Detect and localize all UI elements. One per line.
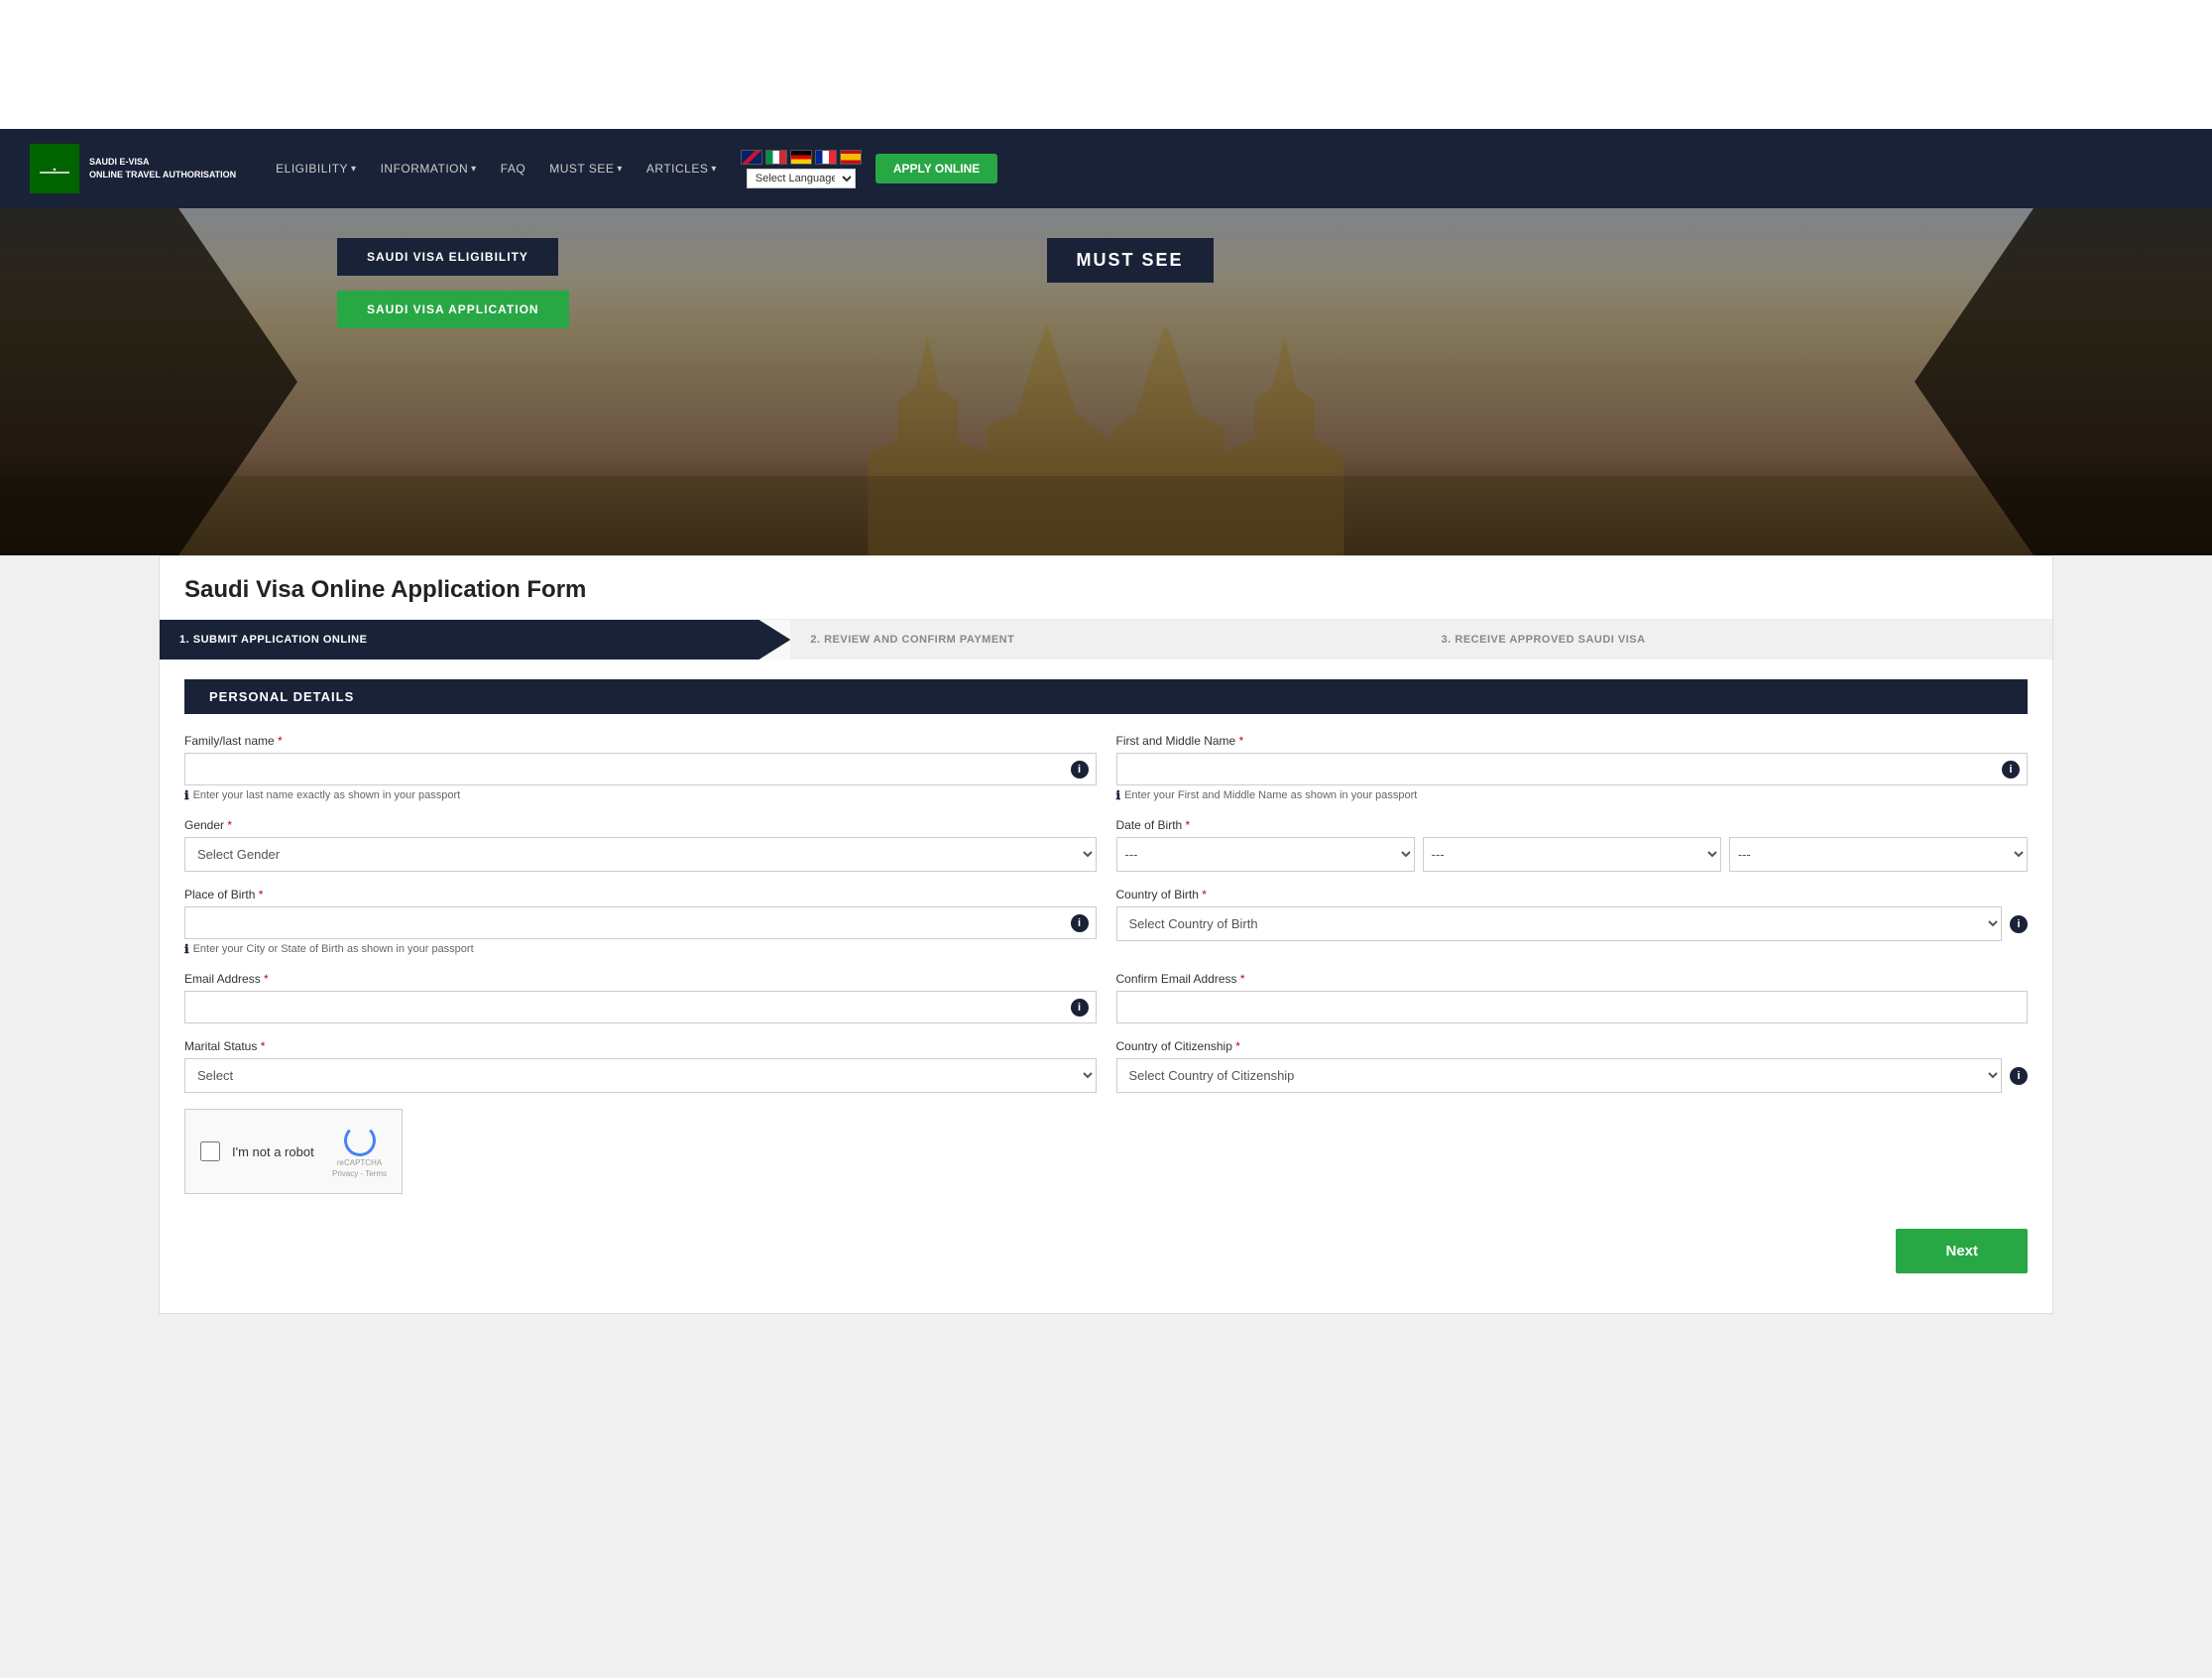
citizenship-select[interactable]: Select Country of Citizenship (1116, 1058, 2003, 1093)
place-of-birth-input[interactable] (184, 906, 1097, 939)
email-info-icon[interactable]: i (1071, 999, 1089, 1017)
first-middle-name-label: First and Middle Name * (1116, 734, 2029, 748)
nav-information[interactable]: INFORMATION▾ (371, 154, 487, 183)
nav-links: ELIGIBILITY▾ INFORMATION▾ FAQ MUST SEE▾ … (266, 150, 2182, 188)
navigation: ★ SAUDI E-VISA ONLINE TRAVEL AUTHORISATI… (0, 129, 2212, 208)
confirm-email-input[interactable] (1116, 991, 2029, 1023)
first-middle-name-info-icon[interactable]: i (2002, 761, 2020, 779)
citizenship-info-icon[interactable]: i (2010, 1067, 2028, 1085)
flag-fr[interactable] (815, 150, 837, 165)
marital-status-label: Marital Status * (184, 1039, 1097, 1053)
country-of-birth-info-icon[interactable]: i (2010, 915, 2028, 933)
language-select[interactable]: Select Language English Italian German F… (747, 169, 856, 188)
marital-status-col: Marital Status * Select Single Married D… (184, 1039, 1097, 1093)
next-button[interactable]: Next (1896, 1229, 2028, 1273)
place-of-birth-col: Place of Birth * i ℹ Enter your City or … (184, 888, 1097, 956)
email-wrapper: i (184, 991, 1097, 1023)
nav-articles[interactable]: ARTICLES▾ (637, 154, 727, 183)
recaptcha-icon (344, 1125, 376, 1156)
flag-row (741, 150, 862, 165)
place-of-birth-info-icon[interactable]: i (1071, 914, 1089, 932)
confirm-email-label: Confirm Email Address * (1116, 972, 2029, 986)
application-form-container: Saudi Visa Online Application Form 1. SU… (159, 555, 2053, 1314)
flag-es[interactable] (840, 150, 862, 165)
gender-col: Gender * Select Gender Male Female (184, 818, 1097, 872)
first-middle-name-col: First and Middle Name * i ℹ Enter your F… (1116, 734, 2029, 802)
family-name-label: Family/last name * (184, 734, 1097, 748)
gender-label: Gender * (184, 818, 1097, 832)
flag-uk[interactable] (741, 150, 762, 165)
captcha-label: I'm not a robot (232, 1144, 314, 1159)
logo-area[interactable]: ★ SAUDI E-VISA ONLINE TRAVEL AUTHORISATI… (30, 144, 236, 193)
captcha-logo: reCAPTCHA Privacy - Terms (332, 1125, 387, 1178)
recaptcha-privacy: Privacy - Terms (332, 1169, 387, 1178)
language-area: Select Language English Italian German F… (741, 150, 862, 188)
marital-status-select[interactable]: Select Single Married Divorced Widowed (184, 1058, 1097, 1093)
family-name-wrapper: i (184, 753, 1097, 785)
content-area: Saudi Visa Online Application Form 1. SU… (0, 555, 2212, 1354)
nav-faq[interactable]: FAQ (491, 154, 536, 183)
nav-must-see[interactable]: MUST SEE▾ (539, 154, 633, 183)
country-of-birth-wrapper: Select Country of Birth i (1116, 906, 2029, 941)
country-of-birth-label: Country of Birth * (1116, 888, 2029, 901)
dob-col: Date of Birth * --- --- --- (1116, 818, 2029, 872)
first-middle-name-wrapper: i (1116, 753, 2029, 785)
top-space (0, 0, 2212, 129)
place-of-birth-label: Place of Birth * (184, 888, 1097, 901)
nav-eligibility[interactable]: ELIGIBILITY▾ (266, 154, 366, 183)
place-of-birth-hint: ℹ Enter your City or State of Birth as s… (184, 942, 1097, 956)
citizenship-label: Country of Citizenship * (1116, 1039, 2029, 1053)
step-1: 1. SUBMIT APPLICATION ONLINE (160, 620, 790, 659)
country-of-birth-col: Country of Birth * Select Country of Bir… (1116, 888, 2029, 956)
flag-it[interactable] (765, 150, 787, 165)
dob-month-select[interactable]: --- (1423, 837, 1721, 872)
citizenship-col: Country of Citizenship * Select Country … (1116, 1039, 2029, 1093)
family-name-col: Family/last name * i ℹ Enter your last n… (184, 734, 1097, 802)
dob-day-select[interactable]: --- (1116, 837, 1415, 872)
hero-content: SAUDI VISA ELIGIBILITY SAUDI VISA APPLIC… (337, 238, 569, 343)
dob-year-select[interactable]: --- (1729, 837, 2028, 872)
hero-section: MUST SEE SAUDI VISA ELIGIBILITY SAUDI VI… (0, 208, 2212, 555)
steps-bar: 1. SUBMIT APPLICATION ONLINE 2. REVIEW A… (160, 620, 2052, 659)
country-of-birth-select[interactable]: Select Country of Birth (1116, 906, 2003, 941)
saudi-flag: ★ (30, 144, 79, 193)
email-label: Email Address * (184, 972, 1097, 986)
family-name-info-icon[interactable]: i (1071, 761, 1089, 779)
name-row: Family/last name * i ℹ Enter your last n… (184, 734, 2028, 802)
step-3: 3. RECEIVE APPROVED SAUDI VISA (1422, 620, 2052, 659)
place-of-birth-wrapper: i (184, 906, 1097, 939)
date-row: --- --- --- (1116, 837, 2029, 872)
saudi-visa-eligibility-button[interactable]: SAUDI VISA ELIGIBILITY (337, 238, 558, 276)
recaptcha-brand: reCAPTCHA (337, 1158, 382, 1167)
apply-online-button[interactable]: APPLY ONLINE (875, 154, 997, 183)
form-body: Family/last name * i ℹ Enter your last n… (160, 714, 2052, 1214)
citizenship-wrapper: Select Country of Citizenship i (1116, 1058, 2029, 1093)
flag-de[interactable] (790, 150, 812, 165)
birth-row: Place of Birth * i ℹ Enter your City or … (184, 888, 2028, 956)
form-footer: Next (160, 1214, 2052, 1283)
marital-citizenship-row: Marital Status * Select Single Married D… (184, 1039, 2028, 1093)
confirm-email-wrapper (1116, 991, 2029, 1023)
gender-select[interactable]: Select Gender Male Female (184, 837, 1097, 872)
gender-dob-row: Gender * Select Gender Male Female Date … (184, 818, 2028, 872)
saudi-visa-application-button[interactable]: SAUDI VISA APPLICATION (337, 291, 569, 328)
captcha-area: I'm not a robot reCAPTCHA Privacy - Term… (184, 1109, 403, 1194)
email-col: Email Address * i (184, 972, 1097, 1023)
form-title: Saudi Visa Online Application Form (160, 556, 2052, 620)
personal-details-header: PERSONAL DETAILS (184, 679, 2028, 714)
family-name-input[interactable] (184, 753, 1097, 785)
must-see-banner: MUST SEE (1047, 238, 1214, 283)
confirm-email-col: Confirm Email Address * (1116, 972, 2029, 1023)
step-2: 2. REVIEW AND CONFIRM PAYMENT (790, 620, 1421, 659)
first-middle-name-hint: ℹ Enter your First and Middle Name as sh… (1116, 788, 2029, 802)
first-middle-name-input[interactable] (1116, 753, 2029, 785)
email-input[interactable] (184, 991, 1097, 1023)
family-name-hint: ℹ Enter your last name exactly as shown … (184, 788, 1097, 802)
email-row: Email Address * i Confirm Email Address … (184, 972, 2028, 1023)
logo-text: SAUDI E-VISA ONLINE TRAVEL AUTHORISATION (89, 156, 236, 180)
dob-label: Date of Birth * (1116, 818, 2029, 832)
captcha-checkbox[interactable] (200, 1141, 220, 1161)
